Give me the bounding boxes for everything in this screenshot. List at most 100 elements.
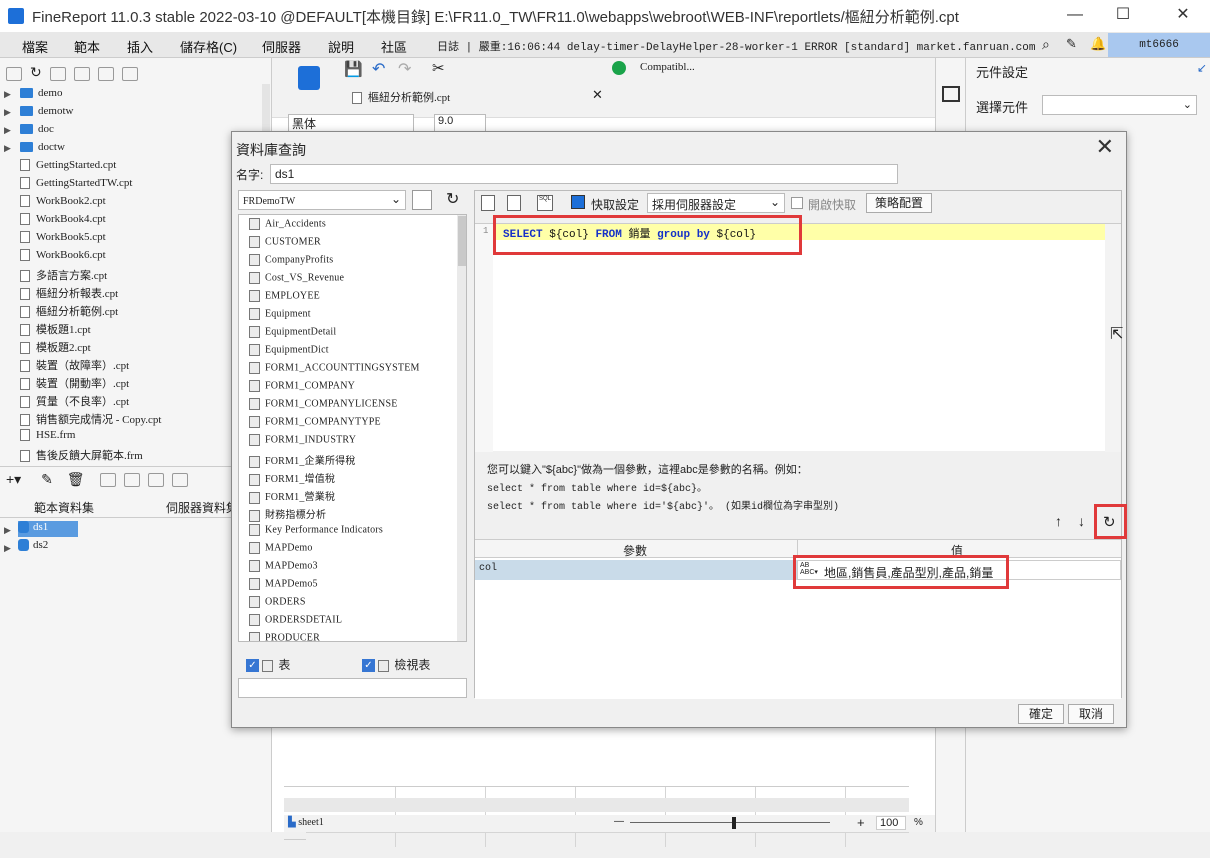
zoom-minus-icon[interactable]: — [614, 816, 624, 827]
file-item[interactable]: 模板題2.cpt [20, 339, 91, 355]
tab-template-dataset[interactable]: 範本資料集 [34, 499, 94, 516]
table-item[interactable]: Cost_VS_Revenue [249, 272, 344, 284]
preview-icon[interactable] [100, 473, 117, 488]
move-up-icon[interactable]: ↑ [1055, 513, 1062, 529]
expand-icon[interactable]: ▶ [4, 89, 11, 100]
preview-icon[interactable] [481, 195, 495, 211]
folder-item[interactable]: doc [20, 123, 54, 135]
log-message[interactable]: 日誌 | 嚴重:16:06:44 delay-timer-DelayHelper… [437, 38, 1036, 54]
menu-help[interactable]: 說明 [328, 37, 354, 56]
table-item[interactable]: MAPDemo3 [249, 560, 318, 572]
table-list-scroll-thumb[interactable] [458, 216, 466, 266]
table-filter-input[interactable] [238, 678, 467, 698]
move-down-icon[interactable]: ↓ [1078, 513, 1085, 529]
cache-enable-checkbox[interactable] [791, 197, 803, 209]
table-item[interactable]: Air_Accidents [249, 218, 326, 230]
param-icon[interactable] [507, 195, 521, 211]
horizontal-scrollbar[interactable] [284, 798, 909, 812]
table-item[interactable]: EMPLOYEE [249, 290, 320, 302]
refresh-icon[interactable]: ↻ [30, 64, 42, 80]
close-window-button[interactable]: ✕ [1160, 0, 1206, 30]
cancel-button[interactable]: 取消 [1068, 704, 1114, 724]
menu-server[interactable]: 伺服器 [262, 37, 301, 56]
table-item[interactable]: 財務指標分析 [249, 506, 326, 522]
tab-server-dataset[interactable]: 伺服器資料集 [166, 499, 238, 516]
dialog-close-icon[interactable]: ✕ [1096, 134, 1114, 160]
table-item[interactable]: FORM1_營業稅 [249, 488, 335, 504]
table-item[interactable]: CompanyProfits [249, 254, 333, 266]
menu-insert[interactable]: 插入 [127, 37, 153, 56]
editor-tab[interactable]: 樞紐分析範例.cpt [352, 89, 450, 105]
compat-label[interactable]: Compatibl... [640, 61, 695, 73]
zoom-input[interactable]: 100 [876, 816, 906, 830]
sql-icon[interactable]: SQL [537, 195, 553, 211]
table-item[interactable]: ORDERSDETAIL [249, 614, 342, 626]
settings-icon[interactable] [73, 66, 90, 81]
table-item[interactable]: EquipmentDetail [249, 326, 336, 338]
db-settings-icon[interactable] [172, 473, 189, 488]
refresh-icon[interactable]: ↻ [446, 189, 459, 209]
table-item[interactable]: MAPDemo5 [249, 578, 318, 590]
select-component-dropdown[interactable]: ⌄ [1042, 95, 1197, 115]
table-item[interactable]: FORM1_INDUSTRY [249, 434, 356, 446]
table-item[interactable]: EquipmentDict [249, 344, 329, 356]
file-item[interactable]: 模板題1.cpt [20, 321, 91, 337]
file-item[interactable]: 多語言方案.cpt [20, 267, 107, 283]
table-item[interactable]: Equipment [249, 308, 311, 320]
connection-select[interactable]: FRDemoTW ⌄ [238, 190, 406, 210]
template-icon[interactable] [298, 66, 320, 90]
file-item[interactable]: WorkBook2.cpt [20, 195, 106, 208]
expand-icon[interactable]: ▶ [4, 143, 11, 154]
expand-icon[interactable]: ▶ [4, 543, 11, 554]
folder-item[interactable]: demotw [20, 105, 73, 117]
expand-icon[interactable]: ▶ [4, 125, 11, 136]
new-folder-icon[interactable] [6, 66, 22, 81]
copy-icon[interactable] [121, 66, 138, 81]
table-item[interactable]: FORM1_ACCOUNTTINGSYSTEM [249, 362, 420, 374]
zoom-thumb[interactable] [732, 817, 736, 829]
cell-attr-icon[interactable] [942, 86, 960, 102]
cut-icon[interactable]: ✂ [432, 59, 445, 77]
view-checkbox[interactable]: ✓ 檢視表 [362, 656, 430, 673]
zoom-slider[interactable] [630, 822, 830, 823]
menu-cell[interactable]: 儲存格(C) [180, 37, 237, 56]
file-item[interactable]: WorkBook6.cpt [20, 249, 106, 262]
file-item[interactable]: 樞紐分析範例.cpt [20, 303, 118, 319]
sheet-tab[interactable]: ▙ sheet1 [288, 817, 324, 828]
table-item[interactable]: FORM1_COMPANY [249, 380, 355, 392]
table-item[interactable]: FORM1_COMPANYLICENSE [249, 398, 398, 410]
table-checkbox[interactable]: ✓ 表 [246, 656, 290, 673]
delete-icon[interactable] [97, 66, 114, 81]
search-icon[interactable]: ⌕ [1042, 36, 1050, 53]
name-input[interactable]: ds1 [270, 164, 898, 184]
menu-file[interactable]: 檔案 [22, 37, 48, 56]
check-icon[interactable] [612, 61, 626, 75]
table-item[interactable]: MAPDemo [249, 542, 313, 554]
add-icon[interactable]: +▾ [6, 471, 21, 487]
table-item[interactable]: FORM1_增值稅 [249, 470, 335, 486]
table-item[interactable]: CUSTOMER [249, 236, 321, 248]
expand-icon[interactable]: ▶ [4, 525, 11, 536]
table-item[interactable]: FORM1_企業所得稅 [249, 452, 356, 468]
menu-community[interactable]: 社區 [381, 37, 407, 56]
minimize-button[interactable]: — [1052, 0, 1098, 30]
zoom-plus-icon[interactable]: + [857, 815, 865, 830]
table-list-scrollbar[interactable] [457, 215, 466, 641]
file-item[interactable]: 樞紐分析報表.cpt [20, 285, 118, 301]
cache-select[interactable]: 採用伺服器設定 ⌄ [647, 193, 785, 213]
file-item[interactable]: HSE.frm [20, 429, 75, 442]
db-icon[interactable] [148, 473, 165, 488]
table-item[interactable]: PRODUCER [249, 632, 320, 641]
table-item[interactable]: Key Performance Indicators [249, 524, 383, 536]
dataset-item-ds1[interactable]: ds1 [18, 521, 78, 537]
file-item[interactable]: WorkBook5.cpt [20, 231, 106, 244]
param-row[interactable]: col [475, 560, 797, 580]
edit-icon[interactable]: ✎ [41, 471, 53, 487]
font-select[interactable]: 黑体 [288, 114, 414, 132]
user-badge[interactable]: mt6666 [1108, 33, 1210, 57]
file-item[interactable]: GettingStartedTW.cpt [20, 177, 132, 190]
folder-item[interactable]: doctw [20, 141, 65, 153]
undo-icon[interactable]: ↶ [372, 59, 385, 79]
bell-icon[interactable]: 🔔 [1090, 36, 1106, 52]
edit-icon[interactable]: ✎ [1066, 36, 1077, 52]
